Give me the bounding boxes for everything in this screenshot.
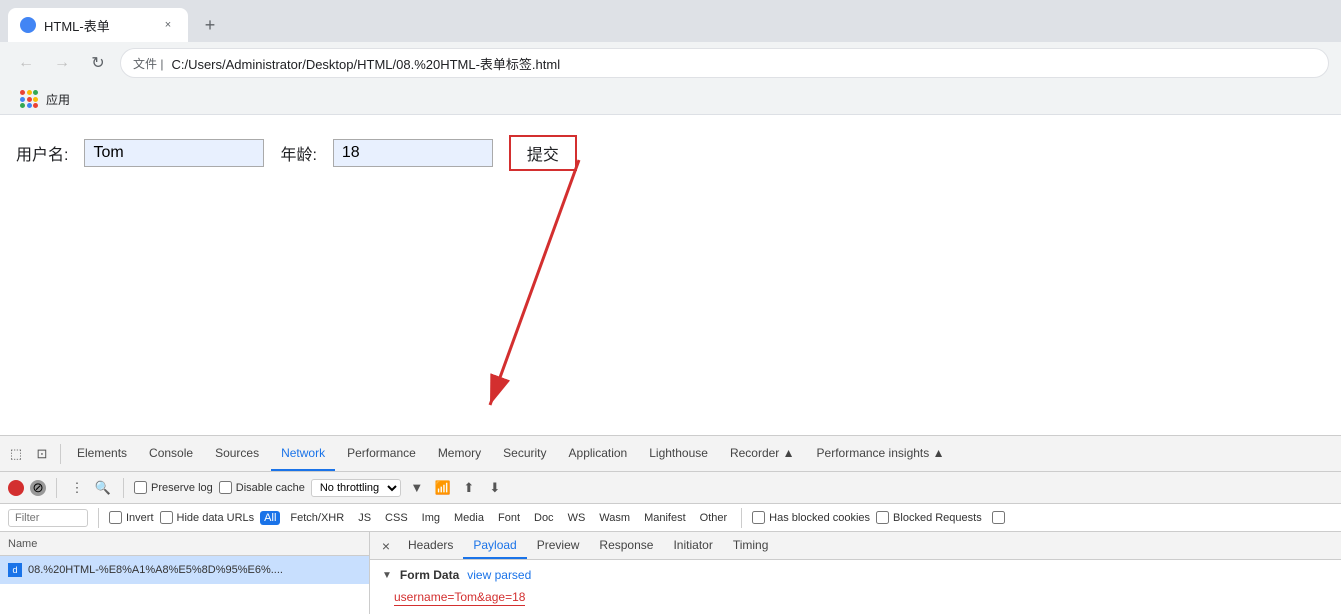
- wifi-icon[interactable]: 📶: [433, 478, 453, 498]
- reload-button[interactable]: ↻: [84, 49, 112, 77]
- forward-button[interactable]: →: [48, 49, 76, 77]
- tab-title: HTML-表单: [44, 16, 152, 35]
- tab-close-button[interactable]: ×: [160, 17, 176, 33]
- url-text: C:/Users/Administrator/Desktop/HTML/08.%…: [171, 54, 1316, 73]
- devtools-tabs: ⬚ ⊡ Elements Console Sources Network Per…: [0, 436, 1341, 472]
- tab-recorder[interactable]: Recorder ▲: [720, 436, 805, 471]
- tab-memory[interactable]: Memory: [428, 436, 491, 471]
- detail-tab-initiator[interactable]: Initiator: [663, 532, 722, 559]
- tab-sources[interactable]: Sources: [205, 436, 269, 471]
- filter-tag-other[interactable]: Other: [696, 511, 732, 525]
- request-type-icon: d: [8, 563, 22, 577]
- detail-tab-headers[interactable]: Headers: [398, 532, 463, 559]
- tab-console[interactable]: Console: [139, 436, 203, 471]
- filter-tag-media[interactable]: Media: [450, 511, 488, 525]
- tab-bar: HTML-表单 × +: [0, 0, 1341, 42]
- tab-network[interactable]: Network: [271, 436, 335, 471]
- apps-label: 应用: [46, 91, 70, 108]
- filter-tag-css[interactable]: CSS: [381, 511, 412, 525]
- detail-tab-payload[interactable]: Payload: [463, 532, 526, 559]
- form-row: 用户名: 年龄: 提交: [16, 135, 1325, 171]
- detail-tabs: × Headers Payload Preview Response Initi…: [370, 532, 1341, 560]
- detail-tab-response[interactable]: Response: [589, 532, 663, 559]
- address-bar: ← → ↻ 文件 | C:/Users/Administrator/Deskto…: [0, 42, 1341, 84]
- filter-tag-fetch[interactable]: Fetch/XHR: [286, 511, 348, 525]
- filter-icon[interactable]: ⋮: [67, 478, 87, 498]
- filter-tag-all[interactable]: All: [260, 511, 280, 525]
- tab-performance[interactable]: Performance: [337, 436, 426, 471]
- request-list-container: Name d 08.%20HTML-%E8%A1%A8%E5%8D%95%E6%…: [0, 532, 1341, 614]
- toolbar-sep1: [56, 478, 57, 498]
- filter-tag-wasm[interactable]: Wasm: [595, 511, 634, 525]
- form-data-header: ▼ Form Data view parsed: [382, 568, 1329, 582]
- devtools-panel: ⬚ ⊡ Elements Console Sources Network Per…: [0, 435, 1341, 614]
- filter-input[interactable]: [8, 509, 88, 527]
- bookmarks-bar: 应用: [0, 84, 1341, 115]
- request-name: 08.%20HTML-%E8%A1%A8%E5%8D%95%E6%....: [28, 564, 283, 576]
- preserve-log-checkbox[interactable]: Preserve log: [134, 481, 213, 494]
- invert-checkbox[interactable]: Invert: [109, 511, 154, 524]
- page-content: 用户名: 年龄: 提交: [0, 115, 1341, 435]
- username-label: 用户名:: [16, 141, 68, 165]
- apps-icon: [20, 90, 38, 108]
- filter-tag-font[interactable]: Font: [494, 511, 524, 525]
- form-data-value: username=Tom&age=18: [394, 590, 525, 606]
- filter-tag-manifest[interactable]: Manifest: [640, 511, 690, 525]
- network-toolbar: ⊘ ⋮ 🔍 Preserve log Disable cache No thro…: [0, 472, 1341, 504]
- detail-tab-preview[interactable]: Preview: [527, 532, 590, 559]
- blocked-requests-checkbox[interactable]: Blocked Requests: [876, 511, 982, 524]
- throttle-select[interactable]: No throttling: [311, 479, 401, 497]
- tab-application[interactable]: Application: [559, 436, 638, 471]
- detail-tab-timing[interactable]: Timing: [723, 532, 779, 559]
- filter-tag-doc[interactable]: Doc: [530, 511, 558, 525]
- url-lock-icon: 文件 |: [133, 55, 163, 72]
- tab-security[interactable]: Security: [493, 436, 556, 471]
- name-column-header: Name: [0, 532, 369, 556]
- request-item[interactable]: d 08.%20HTML-%E8%A1%A8%E5%8D%95%E6%....: [0, 556, 369, 584]
- clear-button[interactable]: ⊘: [30, 480, 46, 496]
- username-input[interactable]: [84, 139, 264, 167]
- hide-data-urls-checkbox[interactable]: Hide data URLs: [160, 511, 255, 524]
- url-bar[interactable]: 文件 | C:/Users/Administrator/Desktop/HTML…: [120, 48, 1329, 78]
- tab-separator: [60, 444, 61, 464]
- import-icon[interactable]: ⬆: [459, 478, 479, 498]
- view-parsed-link[interactable]: view parsed: [467, 568, 531, 582]
- new-tab-button[interactable]: +: [196, 11, 224, 39]
- filter-bar: Invert Hide data URLs All Fetch/XHR JS C…: [0, 504, 1341, 532]
- filter-tag-img[interactable]: Img: [418, 511, 444, 525]
- tab-performance-insights[interactable]: Performance insights ▲: [807, 436, 955, 471]
- throttle-down-icon[interactable]: ▼: [407, 478, 427, 498]
- age-input[interactable]: [333, 139, 493, 167]
- search-icon[interactable]: 🔍: [93, 478, 113, 498]
- submit-button[interactable]: 提交: [509, 135, 577, 171]
- tab-favicon: [20, 17, 36, 33]
- request-list: Name d 08.%20HTML-%E8%A1%A8%E5%8D%95%E6%…: [0, 532, 370, 614]
- detail-panel: × Headers Payload Preview Response Initi…: [370, 532, 1341, 614]
- filter-sep: [98, 508, 99, 528]
- form-data-section: ▼ Form Data view parsed username=Tom&age…: [370, 560, 1341, 614]
- inspect-element-icon[interactable]: ⬚: [4, 442, 28, 466]
- toolbar-sep2: [123, 478, 124, 498]
- export-icon[interactable]: ⬇: [485, 478, 505, 498]
- form-data-toggle-icon[interactable]: ▼: [382, 570, 392, 581]
- disable-cache-checkbox[interactable]: Disable cache: [219, 481, 305, 494]
- form-data-title: Form Data: [400, 568, 459, 582]
- age-label: 年龄:: [280, 141, 316, 165]
- tab-elements[interactable]: Elements: [67, 436, 137, 471]
- apps-bookmark[interactable]: 应用: [12, 88, 78, 110]
- filter-tag-js[interactable]: JS: [354, 511, 375, 525]
- detail-close-button[interactable]: ×: [374, 534, 398, 558]
- filter-sep2: [741, 508, 742, 528]
- filter-tag-ws[interactable]: WS: [564, 511, 590, 525]
- record-button[interactable]: [8, 480, 24, 496]
- active-tab[interactable]: HTML-表单 ×: [8, 8, 188, 42]
- browser-chrome: HTML-表单 × + ← → ↻ 文件 | C:/Users/Administ…: [0, 0, 1341, 115]
- has-blocked-checkbox[interactable]: Has blocked cookies: [752, 511, 870, 524]
- device-toolbar-icon[interactable]: ⊡: [30, 442, 54, 466]
- tab-lighthouse[interactable]: Lighthouse: [639, 436, 718, 471]
- back-button[interactable]: ←: [12, 49, 40, 77]
